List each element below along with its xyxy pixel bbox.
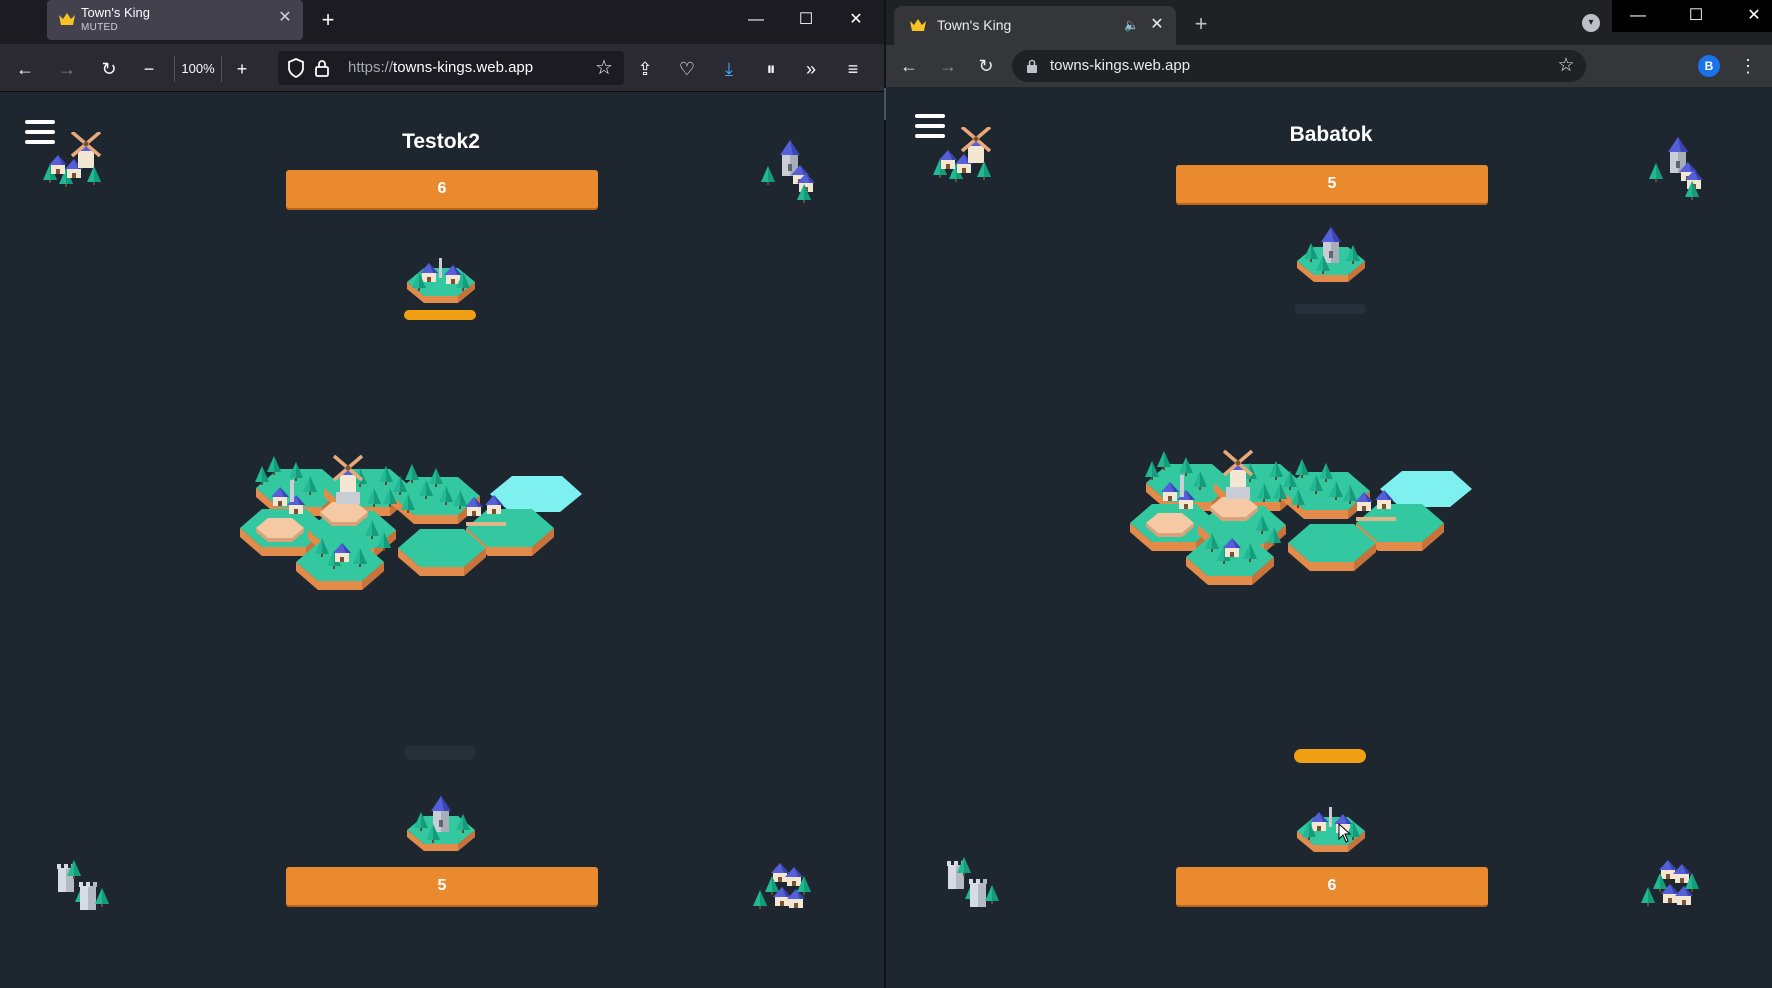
bookmark-star-icon[interactable]: ☆ <box>592 56 616 80</box>
new-tab-button[interactable]: + <box>316 8 340 32</box>
reload-button[interactable]: ↻ <box>96 56 122 82</box>
player-village-stone-towers <box>930 839 1020 929</box>
player-village-houses <box>1630 835 1720 925</box>
zoom-out-button[interactable]: − <box>136 56 162 82</box>
tab-towns-king[interactable]: Town's King MUTED ✕ <box>47 0 303 40</box>
pocket-save-icon[interactable]: ⇪ <box>632 56 658 82</box>
profile-avatar[interactable]: B <box>1698 55 1720 77</box>
top-player-name: Babatok <box>1289 123 1373 146</box>
game-board[interactable] <box>1130 427 1530 617</box>
more-tools-icon[interactable]: » <box>798 56 824 82</box>
shield-icon[interactable] <box>284 56 308 80</box>
tab-search-icon[interactable]: ▾ <box>1582 14 1600 32</box>
game-board[interactable] <box>240 432 640 622</box>
crown-icon <box>910 19 926 31</box>
top-player-score-bar: 6 <box>286 170 598 208</box>
bottom-player-score-bar: 6 <box>1176 867 1488 905</box>
kebab-menu-icon[interactable]: ⋮ <box>1738 53 1758 79</box>
top-player-score-bar: 5 <box>1176 165 1488 203</box>
chrome-nav-bar: ← → ↻ towns-kings.web.app ☆ B ⋮ <box>886 45 1772 87</box>
crown-icon <box>59 13 75 25</box>
game-area-right: Babatok 5 6 <box>886 87 1772 988</box>
zoom-in-button[interactable]: + <box>229 56 255 82</box>
pocket-icon[interactable]: ♡ <box>674 56 700 82</box>
firefox-nav-bar: ← → ↻ − 100% + https://towns-kings.web.a… <box>0 44 886 92</box>
tab-title: Town's King <box>81 5 150 20</box>
opponent-village-tower <box>750 126 830 216</box>
bottom-player-score-bar: 5 <box>286 867 598 905</box>
url-text[interactable]: https://towns-kings.web.app <box>348 59 533 76</box>
opponent-hand-tile <box>1286 211 1376 291</box>
speaker-muted-icon[interactable]: 🔈 <box>1124 17 1140 33</box>
close-tab-icon[interactable]: ✕ <box>1148 16 1166 34</box>
bottom-turn-indicator <box>1294 749 1366 763</box>
tab-muted-label: MUTED <box>81 22 119 33</box>
player-village-stone-towers <box>40 842 130 932</box>
downloads-icon[interactable]: ⤓ <box>716 56 742 82</box>
mouse-cursor-icon <box>1338 823 1352 843</box>
opponent-village-windmill <box>920 127 1000 207</box>
opponent-village-windmill <box>30 132 110 212</box>
forward-button[interactable]: → <box>935 53 961 79</box>
chrome-tab-bar: Town's King 🔈 ✕ + ▾ — ☐ ✕ <box>886 0 1772 45</box>
right-browser-window: Town's King 🔈 ✕ + ▾ — ☐ ✕ ← → ↻ towns-ki… <box>886 0 1772 988</box>
game-area-left: Testok2 6 5 <box>0 92 886 988</box>
new-tab-button[interactable]: + <box>1188 11 1214 37</box>
bottom-turn-indicator <box>404 746 476 760</box>
address-bar[interactable]: https://towns-kings.web.app ☆ <box>278 51 624 85</box>
back-button[interactable]: ← <box>12 56 38 82</box>
close-window-button[interactable]: ✕ <box>1734 2 1772 30</box>
opponent-hand-tile <box>396 232 486 312</box>
zoom-level[interactable]: 100% <box>174 56 222 82</box>
address-bar[interactable]: towns-kings.web.app ☆ <box>1012 50 1586 82</box>
minimize-button[interactable]: — <box>1618 2 1658 30</box>
maximize-button[interactable]: ☐ <box>788 6 824 34</box>
player-village-houses <box>742 838 832 928</box>
forward-button[interactable]: → <box>54 56 80 82</box>
top-player-name: Testok2 <box>402 130 480 153</box>
firefox-tab-bar: Town's King MUTED ✕ + — ☐ ✕ <box>0 0 886 44</box>
lock-icon[interactable] <box>1025 58 1039 74</box>
top-turn-indicator <box>1294 304 1366 314</box>
maximize-button[interactable]: ☐ <box>1676 2 1716 30</box>
back-button[interactable]: ← <box>896 53 922 79</box>
tab-towns-king[interactable]: Town's King 🔈 ✕ <box>894 6 1176 45</box>
player-hand-tile[interactable] <box>1286 781 1376 861</box>
opponent-village-tower <box>1638 123 1718 213</box>
extension-icon[interactable]: ⏸ <box>758 56 784 82</box>
left-browser-window: Town's King MUTED ✕ + — ☐ ✕ ← → ↻ − 100%… <box>0 0 886 988</box>
minimize-button[interactable]: — <box>738 6 774 34</box>
close-tab-icon[interactable]: ✕ <box>277 10 293 26</box>
reload-button[interactable]: ↻ <box>973 53 999 79</box>
tab-title: Town's King <box>937 17 1012 33</box>
top-turn-indicator <box>404 310 476 320</box>
bookmark-star-icon[interactable]: ☆ <box>1554 54 1578 78</box>
close-window-button[interactable]: ✕ <box>838 6 874 34</box>
player-hand-tile[interactable] <box>396 780 486 860</box>
url-text[interactable]: towns-kings.web.app <box>1050 57 1190 74</box>
menu-icon[interactable]: ≡ <box>840 56 866 82</box>
lock-icon[interactable] <box>312 57 332 79</box>
